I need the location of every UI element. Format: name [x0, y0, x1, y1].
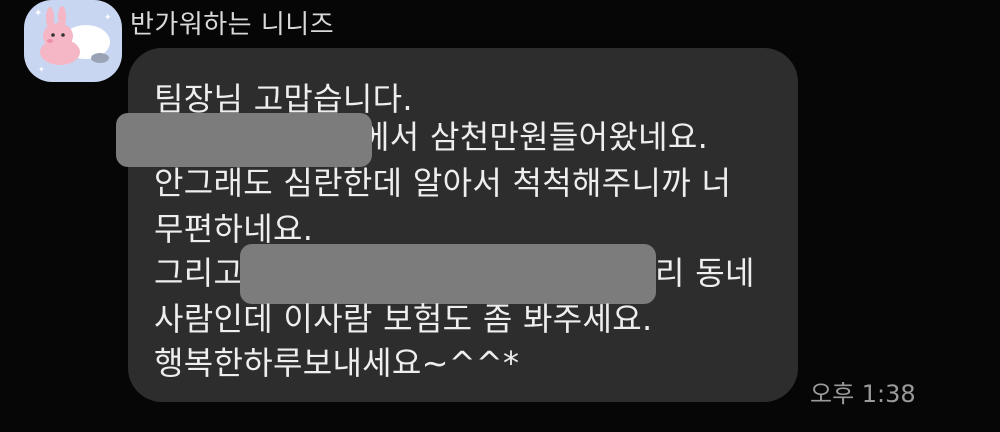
- message-line-6: 사람인데 이사람 보험도 좀 봐주세요.: [154, 300, 653, 338]
- svg-text:✦: ✦: [38, 65, 45, 74]
- message-timestamp: 오후 1:38: [810, 380, 916, 408]
- svg-text:✦: ✦: [34, 8, 42, 19]
- message-line-2: 에서 삼천만원들어왔네요.: [360, 118, 709, 156]
- chat-screen: ✦ ✦ ✦ 반가워하는 니니즈 팀장님 고맙습니다. 에서 삼천만원들어왔네요.…: [0, 0, 1000, 432]
- message-line-5-end: 리 동네: [655, 254, 755, 292]
- message-line-5-start: 그리고: [154, 254, 244, 292]
- sender-name: 반가워하는 니니즈: [130, 10, 335, 40]
- bunny-character-icon: ✦ ✦ ✦: [34, 6, 112, 74]
- sender-avatar[interactable]: ✦ ✦ ✦: [24, 0, 122, 82]
- svg-text:✦: ✦: [104, 13, 112, 23]
- message-line-3: 안그래도 심란한데 알아서 척척해주니까 너: [154, 164, 732, 202]
- message-line-7: 행복한하루보내세요~^^*: [154, 344, 520, 382]
